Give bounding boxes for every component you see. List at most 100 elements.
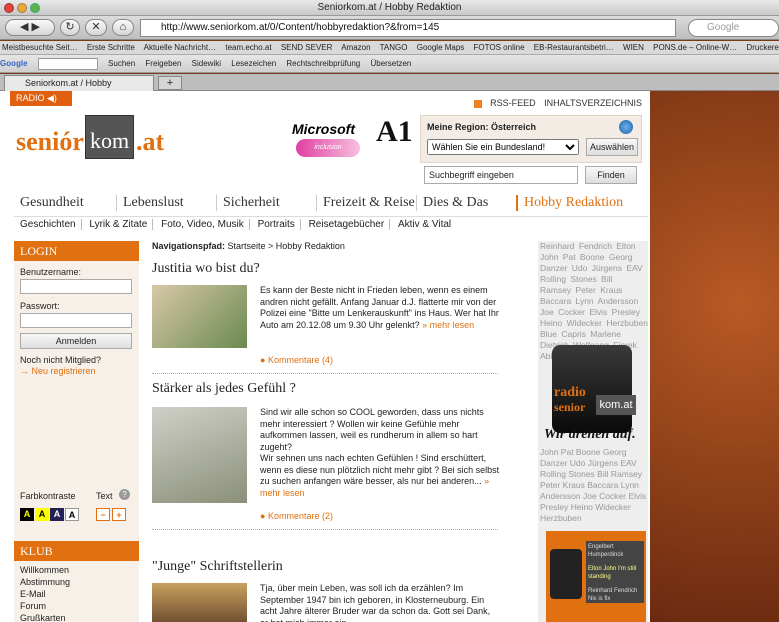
subnav-foto[interactable]: Foto, Video, Musik <box>156 219 250 230</box>
stop-button[interactable]: ✕ <box>85 19 107 36</box>
bookmark-item[interactable]: team.echo.at <box>225 43 271 52</box>
nav-freizeit-reise[interactable]: Freizeit & Reise <box>316 195 415 211</box>
minimize-window-icon[interactable] <box>17 3 27 13</box>
bookmark-item[interactable]: FOTOS online <box>474 43 525 52</box>
tab-bar: Seniorkom.at / Hobby Redaktion + <box>0 74 779 103</box>
article-image[interactable] <box>152 583 247 622</box>
comments-link[interactable]: ● Kommentare (2) <box>260 511 333 521</box>
url-input[interactable]: http://www.seniorkom.at/0/Content/hobbyr… <box>140 19 676 37</box>
region-submit-button[interactable]: Auswählen <box>586 138 638 156</box>
article-divider <box>152 373 498 374</box>
article-text: Wir sehnen uns nach echten Gefühlen ! Si… <box>260 453 500 498</box>
rss-feed-link[interactable]: RSS-FEED <box>468 98 536 108</box>
register-link[interactable]: → Neu registrieren <box>20 366 96 376</box>
microphone-image: radio senior kom.at <box>552 345 636 433</box>
password-input[interactable] <box>20 313 132 328</box>
site-search-input[interactable]: Suchbegriff eingeben <box>424 166 578 184</box>
ad-artist-names: Reinhard Fendrich Elton John Pat Boone G… <box>540 241 648 361</box>
nav-hobby-redaktion[interactable]: Hobby Redaktion <box>516 195 623 211</box>
a1-logo[interactable]: A1 <box>376 115 413 149</box>
klub-item[interactable]: E-Mail <box>20 589 46 599</box>
subnav-geschichten[interactable]: Geschichten <box>20 219 82 230</box>
bookmark-item[interactable]: Druckerei Böse <box>746 43 779 52</box>
article-title[interactable]: Stärker als jedes Gefühl ? <box>152 381 296 397</box>
web-page: RADIO ◀) RSS-FEED INHALTSVERZEICHNIS sen… <box>0 91 650 622</box>
read-more-link[interactable]: » mehr lesen <box>422 320 474 330</box>
ad-senior-label: senior <box>554 400 586 414</box>
nav-gesundheit[interactable]: Gesundheit <box>14 195 84 211</box>
article-image[interactable] <box>152 285 247 348</box>
bookmark-item[interactable]: EB-Restaurantsbetri… <box>534 43 614 52</box>
text-smaller-button[interactable]: − <box>96 508 110 521</box>
ad-artist-names-2: John Pat Boone Georg Danzer Udo Jürgens … <box>540 447 647 523</box>
radio-player[interactable]: Engelbert Humperdinck Elton John I'm sti… <box>546 531 646 622</box>
microsoft-logo[interactable]: Microsoft <box>292 121 355 137</box>
help-icon[interactable]: ? <box>119 489 130 500</box>
bookmark-item[interactable]: Meistbesuchte Seit… <box>2 43 78 52</box>
google-toolbar-item[interactable]: Freigeben <box>145 59 181 68</box>
google-toolbar-item[interactable]: Sidewiki <box>192 59 221 68</box>
subnav-reisetagebuecher[interactable]: Reisetagebücher <box>303 219 391 230</box>
login-button[interactable]: Anmelden <box>20 333 132 349</box>
comments-link[interactable]: ● Kommentare (4) <box>260 355 333 365</box>
zoom-window-icon[interactable] <box>30 3 40 13</box>
ad-kom-label: kom.at <box>596 395 636 415</box>
contrast-default[interactable]: A <box>65 508 79 521</box>
google-toolbar-logo: Google <box>0 59 28 68</box>
klub-item[interactable]: Forum <box>20 601 46 611</box>
bookmark-item[interactable]: Aktuelle Nachricht… <box>144 43 216 52</box>
subnav-aktiv-vital[interactable]: Aktiv & Vital <box>393 219 456 230</box>
google-toolbar-item[interactable]: Suchen <box>108 59 135 68</box>
reload-button[interactable]: ↻ <box>60 19 80 36</box>
subnav-lyrik[interactable]: Lyrik & Zitate <box>84 219 154 230</box>
article-title[interactable]: Justitia wo bist du? <box>152 261 260 277</box>
globe-icon <box>619 120 633 134</box>
playlist-item: Reinhard Fendrich Nix is fix <box>588 588 638 602</box>
text-larger-button[interactable]: + <box>112 508 126 521</box>
radio-button[interactable]: RADIO ◀) <box>10 91 72 106</box>
browser-tab[interactable]: Seniorkom.at / Hobby Redaktion <box>4 75 154 103</box>
nav-sicherheit[interactable]: Sicherheit <box>216 195 280 211</box>
bookmark-item[interactable]: SEND SEVER <box>281 43 333 52</box>
login-header: LOGIN <box>14 241 139 261</box>
window-title: Seniorkom.at / Hobby Redaktion <box>317 2 462 13</box>
google-toolbar-search-input[interactable] <box>37 57 98 70</box>
close-window-icon[interactable] <box>4 3 14 13</box>
google-toolbar-item[interactable]: Lesezeichen <box>231 59 276 68</box>
password-label: Passwort: <box>20 301 60 311</box>
bookmark-item[interactable]: Amazon <box>341 43 370 52</box>
article-text: Es kann der Beste nicht in Frieden leben… <box>260 285 499 330</box>
ad-radio-label: radio <box>554 385 586 400</box>
google-toolbar-item[interactable]: Rechtschreibprüfung <box>286 59 360 68</box>
bookmark-item[interactable]: TANGO <box>380 43 408 52</box>
nav-lebenslust[interactable]: Lebenslust <box>116 195 184 211</box>
player-mic-icon <box>550 549 582 599</box>
region-label: Meine Region: Österreich <box>427 122 537 132</box>
inclusion-logo[interactable]: inclusion <box>296 139 360 157</box>
back-forward-button[interactable]: ◀ ▶ <box>5 19 55 36</box>
bookmark-item[interactable]: WIEN <box>623 43 644 52</box>
article-title[interactable]: "Junge" Schriftstellerin <box>152 559 283 575</box>
subnav-portraits[interactable]: Portraits <box>252 219 301 230</box>
google-toolbar-item[interactable]: Übersetzen <box>370 59 411 68</box>
contrast-white-blue[interactable]: A <box>50 508 64 521</box>
contrast-yellow-black[interactable]: A <box>20 508 34 521</box>
player-playlist: Engelbert Humperdinck Elton John I'm sti… <box>586 541 644 603</box>
breadcrumb-path[interactable]: Startseite > Hobby Redaktion <box>228 241 345 251</box>
region-select[interactable]: Wählen Sie ein Bundesland! <box>427 139 579 155</box>
username-input[interactable] <box>20 279 132 294</box>
contrast-black-yellow[interactable]: A <box>35 508 49 521</box>
browser-search-input[interactable]: Google <box>688 19 779 37</box>
nav-dies-das[interactable]: Dies & Das <box>416 195 488 211</box>
index-link[interactable]: INHALTSVERZEICHNIS <box>544 98 642 108</box>
bookmark-item[interactable]: PONS.de – Online-W… <box>653 43 737 52</box>
bookmark-item[interactable]: Google Maps <box>417 43 465 52</box>
klub-item[interactable]: Willkommen <box>20 565 69 575</box>
home-button[interactable]: ⌂ <box>112 19 134 36</box>
radio-ad[interactable]: Reinhard Fendrich Elton John Pat Boone G… <box>538 241 648 622</box>
klub-item[interactable]: Abstimmung <box>20 577 70 587</box>
bookmark-item[interactable]: Erste Schritte <box>87 43 135 52</box>
site-search-button[interactable]: Finden <box>585 166 637 184</box>
new-tab-button[interactable]: + <box>158 76 182 90</box>
article-image[interactable] <box>152 407 247 503</box>
